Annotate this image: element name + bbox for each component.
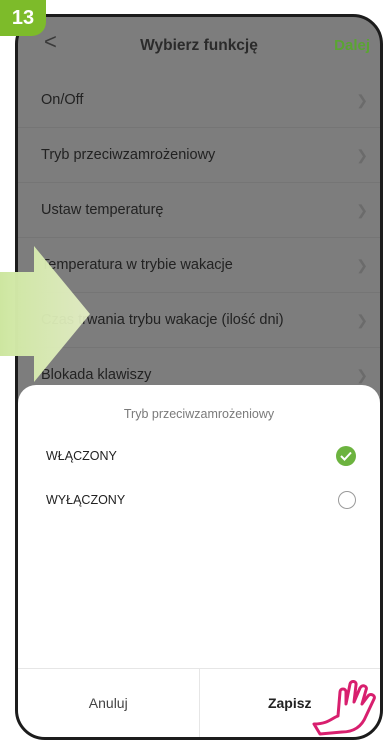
- list-item-antifreeze-mode[interactable]: Tryb przeciwzamrożeniowy ❯: [18, 128, 380, 183]
- check-circle-icon[interactable]: [336, 446, 356, 466]
- list-item-label: Ustaw temperaturę: [41, 202, 164, 218]
- list-item-label: On/Off: [41, 92, 84, 108]
- page-title: Wybierz funkcję: [140, 37, 258, 54]
- dialog-title: Tryb przeciwzamrożeniowy: [123, 407, 275, 421]
- tap-hand-icon: [312, 680, 376, 736]
- step-number-badge: 13: [0, 0, 46, 36]
- chevron-right-icon: ❯: [356, 91, 368, 108]
- next-button[interactable]: Dalej: [334, 37, 370, 54]
- radio-unselected-icon[interactable]: [338, 491, 356, 509]
- option-label: WYŁĄCZONY: [46, 493, 126, 507]
- chevron-right-icon: ❯: [356, 311, 368, 328]
- chevron-right-icon: ❯: [356, 256, 368, 273]
- chevron-right-icon: ❯: [356, 201, 368, 218]
- list-item-set-temperature[interactable]: Ustaw temperaturę ❯: [18, 183, 380, 238]
- app-header: < Wybierz funkcję Dalej: [18, 17, 380, 75]
- pointer-arrow-icon: [0, 246, 90, 382]
- option-off[interactable]: WYŁĄCZONY: [46, 485, 356, 515]
- list-item-label: Tryb przeciwzamrożeniowy: [41, 147, 216, 163]
- list-item-on-off[interactable]: On/Off ❯: [18, 73, 380, 128]
- back-button[interactable]: <: [44, 29, 57, 55]
- option-on[interactable]: WŁĄCZONY: [46, 441, 356, 471]
- cancel-button[interactable]: Anuluj: [18, 669, 200, 737]
- option-label: WŁĄCZONY: [46, 449, 117, 463]
- chevron-right-icon: ❯: [356, 146, 368, 163]
- chevron-right-icon: ❯: [356, 366, 368, 383]
